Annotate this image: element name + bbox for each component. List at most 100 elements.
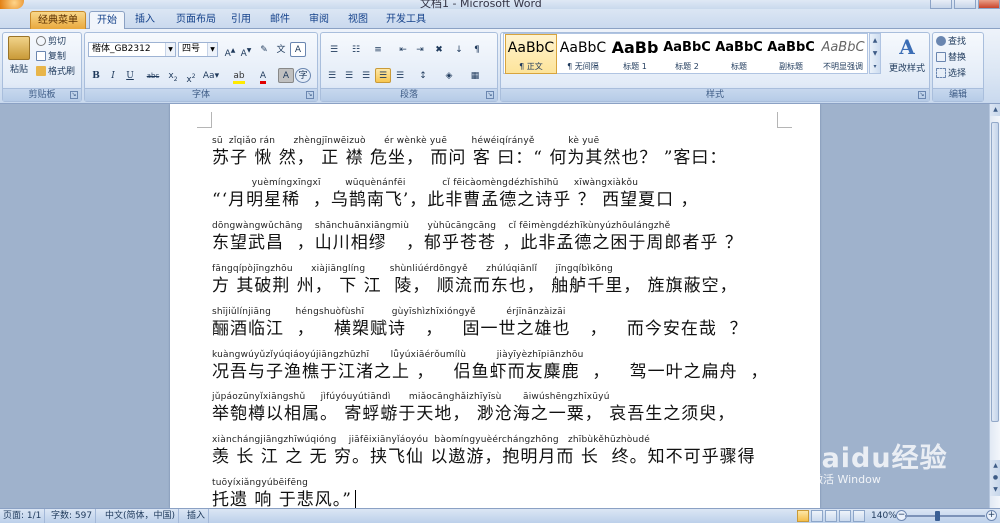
italic-button[interactable]: I (105, 68, 121, 83)
zoom-level[interactable]: 140% (868, 509, 900, 523)
align-center-button[interactable]: ☰ (341, 68, 357, 83)
tab-insert[interactable]: 插入 (128, 11, 162, 29)
char-border-button[interactable]: A (290, 42, 306, 57)
select-button[interactable]: 选择 (936, 68, 966, 80)
style-title[interactable]: AaBbC 标题 (713, 34, 765, 74)
highlight-button[interactable]: ab (229, 68, 249, 84)
clear-format-button[interactable]: ✎ (256, 42, 272, 57)
grow-font-button[interactable]: A▲ (222, 42, 238, 59)
print-layout-view-icon[interactable] (797, 510, 809, 522)
scroll-thumb[interactable] (991, 122, 999, 422)
zoom-slider-thumb[interactable] (935, 511, 940, 521)
multilevel-list-button[interactable]: ≡ (368, 42, 388, 57)
align-left-button[interactable]: ☰ (324, 68, 340, 83)
underline-button[interactable]: U (122, 68, 138, 83)
office-button[interactable] (0, 0, 24, 9)
browse-object-icon[interactable]: ● (990, 472, 1000, 484)
title-bar: 文档1 - Microsoft Word (0, 0, 1000, 9)
superscript-button[interactable]: x2 (183, 68, 199, 85)
enclose-char-button[interactable]: 字 (295, 68, 311, 83)
vertical-scrollbar[interactable]: ▲ ▲ ● ▼ (989, 104, 1000, 508)
tab-references[interactable]: 引用 (224, 11, 258, 29)
show-marks-button[interactable]: ¶ (469, 42, 485, 57)
change-styles-button[interactable]: A 更改样式 (886, 35, 928, 74)
increase-indent-button[interactable]: ⇥ (412, 42, 428, 57)
tab-view[interactable]: 视图 (341, 11, 375, 29)
decrease-indent-button[interactable]: ⇤ (395, 42, 411, 57)
borders-button[interactable]: ▦ (465, 68, 485, 83)
body-text: “‘月明星稀 ，乌鹊南飞’，此非曹孟德之诗乎 ？ 西望夏口 ， (212, 190, 699, 210)
shading-button[interactable]: ◈ (439, 68, 459, 83)
font-name-combo[interactable]: 楷体_GB2312 ▼ (88, 42, 176, 57)
numbering-button[interactable]: ☷ (346, 42, 366, 57)
paragraph-launcher-icon[interactable]: ↘ (486, 91, 494, 99)
close-button[interactable] (978, 0, 1000, 9)
align-right-button[interactable]: ☰ (358, 68, 374, 83)
find-button[interactable]: 查找 (936, 36, 966, 48)
bullets-button[interactable]: ☰ (324, 42, 344, 57)
style-normal[interactable]: AaBbC ¶ 正文 (505, 34, 557, 74)
insert-mode[interactable]: 插入 (184, 509, 210, 523)
scroll-up-icon[interactable]: ▲ (990, 104, 1000, 116)
styles-launcher-icon[interactable]: ↘ (918, 91, 926, 99)
margin-mark (211, 112, 212, 128)
style-no-spacing[interactable]: AaBbC ¶ 无间隔 (557, 34, 609, 74)
zoom-slider[interactable] (905, 515, 985, 517)
sort-button[interactable]: ↓ (451, 42, 467, 57)
web-layout-view-icon[interactable] (825, 510, 837, 522)
style-name: ¶ 正文 (519, 62, 543, 71)
cut-button[interactable]: 剪切 (36, 36, 66, 48)
chinese-layout-button[interactable]: ✖ (431, 42, 447, 57)
body-text: 酾酒临江 ， 横槊赋诗 ， 固一世之雄也 ， 而今安在哉 ？ (212, 319, 748, 339)
font-size-combo[interactable]: 四号 ▼ (178, 42, 218, 57)
chevron-down-icon[interactable]: ▼ (870, 47, 880, 60)
minimize-button[interactable] (930, 0, 952, 9)
style-subtle-emphasis[interactable]: AaBbC 不明显强调 (817, 34, 869, 74)
font-launcher-icon[interactable]: ↘ (306, 91, 314, 99)
page-count[interactable]: 页面: 1/1 (0, 509, 46, 523)
chevron-down-icon: ▼ (165, 43, 175, 56)
tab-mailings[interactable]: 邮件 (263, 11, 297, 29)
text-line: dōngwàngwǔchāng shānchuānxiāngmiù yùhūcā… (212, 220, 792, 254)
style-subtitle[interactable]: AaBbC 副标题 (765, 34, 817, 74)
change-case-button[interactable]: Aa▾ (201, 68, 221, 83)
tab-developer[interactable]: 开发工具 (381, 11, 431, 29)
style-heading-1[interactable]: AaBb 标题 1 (609, 34, 661, 74)
word-count[interactable]: 字数: 597 (48, 509, 97, 523)
clipboard-launcher-icon[interactable]: ↘ (70, 91, 78, 99)
strikethrough-button[interactable]: abc (145, 68, 161, 83)
full-screen-view-icon[interactable] (811, 510, 823, 522)
tab-page-layout[interactable]: 页面布局 (168, 11, 224, 29)
language-status[interactable]: 中文(简体，中国) (102, 509, 180, 523)
chevron-up-icon[interactable]: ▲ (870, 34, 880, 47)
format-painter-button[interactable]: 格式刷 (36, 66, 75, 78)
tab-review[interactable]: 审阅 (302, 11, 336, 29)
draft-view-icon[interactable] (853, 510, 865, 522)
activation-notice: 激活 Window (812, 473, 881, 486)
document-page[interactable]: sū zǐqiǎo rán zhèngjīnwēizuò ér wènkè yu… (170, 104, 820, 508)
shrink-font-button[interactable]: A▼ (238, 42, 254, 59)
next-page-icon[interactable]: ▼ (990, 484, 1000, 496)
expand-gallery-icon[interactable]: ▾ (870, 60, 880, 73)
pinyin-guide: sū zǐqiǎo rán zhèngjīnwēizuò ér wènkè yu… (212, 136, 600, 146)
line-spacing-button[interactable]: ↕ (413, 68, 433, 83)
subscript-button[interactable]: x2 (165, 68, 181, 83)
zoom-in-icon[interactable]: + (986, 510, 997, 521)
maximize-button[interactable] (954, 0, 976, 9)
replace-button[interactable]: 替换 (936, 52, 966, 64)
font-color-button[interactable]: A (253, 68, 273, 84)
tab-classic-menu[interactable]: 经典菜单 (30, 11, 86, 29)
phonetic-guide-button[interactable]: 文 (273, 42, 289, 57)
paste-button[interactable]: 粘贴 (6, 36, 32, 75)
paste-label: 粘贴 (9, 65, 28, 75)
distributed-button[interactable]: ☰ (392, 68, 408, 83)
justify-button[interactable]: ☰ (375, 68, 391, 83)
char-shading-button[interactable]: A (278, 68, 294, 83)
gallery-scroll[interactable]: ▲ ▼ ▾ (869, 33, 881, 74)
outline-view-icon[interactable] (839, 510, 851, 522)
copy-button[interactable]: 复制 (36, 51, 66, 63)
tab-home[interactable]: 开始 (89, 11, 125, 30)
bold-button[interactable]: B (88, 68, 104, 83)
prev-page-icon[interactable]: ▲ (990, 460, 1000, 472)
style-heading-2[interactable]: AaBbC 标题 2 (661, 34, 713, 74)
